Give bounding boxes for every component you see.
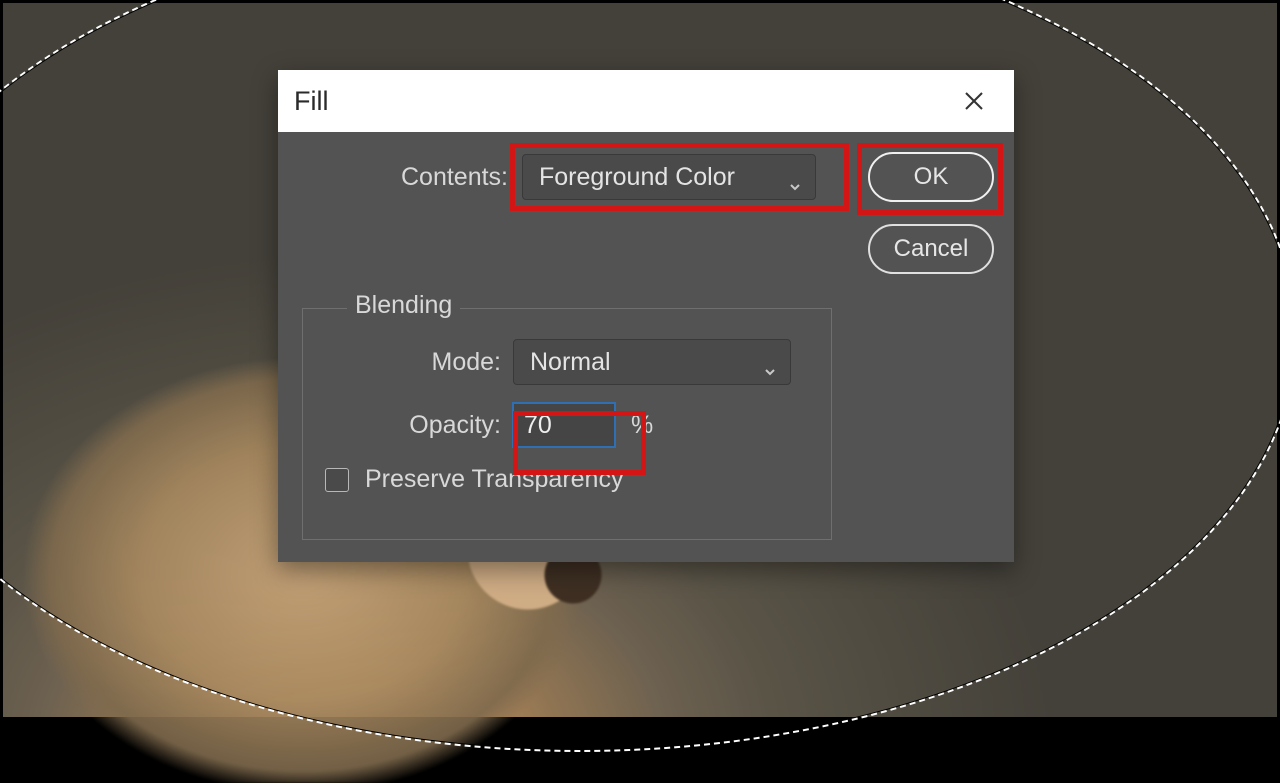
blending-fieldset: Blending Mode: Normal Opacity: %	[302, 308, 832, 540]
blending-content: Mode: Normal Opacity: % Preserve Tr	[303, 309, 831, 510]
preserve-transparency-checkbox[interactable]	[325, 468, 349, 492]
opacity-input[interactable]	[513, 403, 615, 447]
contents-label: Contents:	[298, 163, 508, 192]
dialog-title: Fill	[294, 86, 329, 117]
opacity-label: Opacity:	[321, 411, 501, 440]
dialog-body: Contents: Foreground Color OK Cancel Ble…	[278, 132, 1014, 562]
cancel-button[interactable]: Cancel	[868, 224, 994, 274]
dialog-buttons: OK Cancel	[868, 152, 994, 274]
cancel-label: Cancel	[894, 235, 969, 263]
mode-dropdown[interactable]: Normal	[513, 339, 791, 385]
ok-button[interactable]: OK	[868, 152, 994, 202]
preserve-transparency-row: Preserve Transparency	[325, 465, 813, 494]
close-button[interactable]	[954, 81, 994, 121]
contents-value: Foreground Color	[539, 163, 735, 192]
contents-dropdown[interactable]: Foreground Color	[522, 154, 816, 200]
dialog-titlebar: Fill	[278, 70, 1014, 132]
fill-dialog: Fill Contents: Foreground Color OK Cance…	[278, 70, 1014, 562]
chevron-down-icon	[789, 171, 801, 183]
mode-label: Mode:	[321, 348, 501, 377]
mode-value: Normal	[530, 348, 611, 377]
close-icon	[963, 90, 985, 112]
preserve-transparency-label: Preserve Transparency	[365, 465, 623, 494]
blending-legend: Blending	[347, 291, 460, 320]
ok-label: OK	[914, 163, 949, 191]
opacity-row: Opacity: %	[321, 403, 813, 447]
chevron-down-icon	[764, 356, 776, 368]
mode-row: Mode: Normal	[321, 339, 813, 385]
opacity-unit: %	[631, 411, 653, 440]
